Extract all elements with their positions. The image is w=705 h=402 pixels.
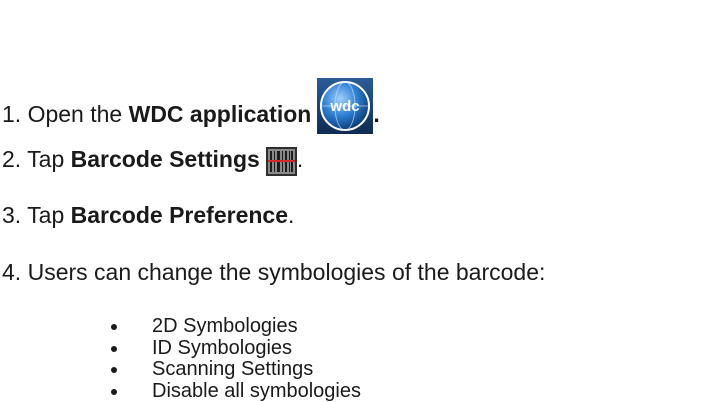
list-item-label: 2D Symbologies — [152, 315, 298, 337]
list-item: Disable all symbologies — [105, 381, 361, 402]
step-period: . — [288, 202, 294, 228]
list-item: ID Symbologies — [105, 338, 361, 360]
step-number: 1. — [2, 101, 21, 127]
step-period: . — [373, 101, 379, 127]
step-1: 1. Open the WDC application w — [2, 72, 380, 128]
wdc-icon-text: wdc — [330, 98, 360, 115]
step-number: 2. — [2, 146, 21, 172]
step-text: Open the — [28, 101, 123, 127]
bullet-icon — [111, 367, 117, 373]
step-text: Users can change the symbologies of the … — [28, 259, 546, 285]
wdc-globe-icon: wdc — [317, 78, 373, 134]
step-emphasis: WDC application — [129, 101, 312, 127]
list-item-label: ID Symbologies — [152, 337, 292, 359]
barcode-settings-icon — [266, 147, 297, 176]
list-item-label: Disable all symbologies — [152, 380, 361, 402]
step-number: 3. — [2, 202, 21, 228]
step-period: . — [297, 146, 303, 172]
bullet-icon — [111, 389, 117, 395]
bullet-icon — [111, 346, 117, 352]
step-4: 4. Users can change the symbologies of t… — [2, 258, 545, 286]
list-item: 2D Symbologies — [105, 316, 361, 338]
step-2: 2. Tap Barcode Settings . — [2, 144, 303, 173]
step-emphasis: Barcode Preference — [71, 202, 288, 228]
step-number: 4. — [2, 259, 21, 285]
step-3: 3. Tap Barcode Preference. — [2, 201, 294, 229]
step-text: Tap — [27, 202, 64, 228]
instructions-document: 1. Open the WDC application w — [0, 0, 705, 400]
step-emphasis: Barcode Settings — [71, 146, 260, 172]
list-item-label: Scanning Settings — [152, 358, 313, 380]
bullet-icon — [111, 324, 117, 330]
step-text: Tap — [27, 146, 64, 172]
list-item: Scanning Settings — [105, 359, 361, 381]
symbology-options-list: 2D Symbologies ID Symbologies Scanning S… — [105, 316, 361, 402]
